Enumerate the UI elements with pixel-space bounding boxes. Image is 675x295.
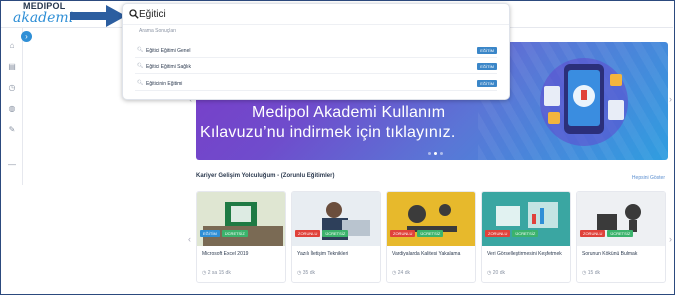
banner-line-1: Medipol Akademi Kullanım	[252, 104, 446, 121]
course-tag: ÜCRETSİZ	[607, 230, 634, 237]
course-thumbnail	[197, 192, 285, 246]
course-title: Microsoft Excel 2019	[202, 251, 249, 257]
carousel-dot-active[interactable]	[434, 152, 437, 155]
course-thumbnail	[482, 192, 570, 246]
course-title: Veri Görselleştirmesini Keşfetmek	[487, 251, 562, 257]
course-duration: 24 dk	[397, 270, 410, 276]
search-icon	[129, 9, 139, 19]
course-duration: 15 dk	[587, 270, 600, 276]
search-result-label: Eğiticinin Eğitimi	[146, 81, 183, 87]
course-duration: 20 dk	[492, 270, 505, 276]
course-card[interactable]: ZORUNLU ÜCRETSİZ Sorunun Kökünü Bulmak ◷…	[576, 191, 666, 283]
search-result-item[interactable]: 🔍︎ Eğiticinin Eğitimi EĞİTİM	[135, 77, 497, 91]
medipol-akademi-logo[interactable]: MEDIPOL akademi	[13, 1, 74, 27]
course-tag: ZORUNLU	[390, 230, 416, 237]
search-result-badge: EĞİTİM	[477, 63, 497, 70]
course-duration: 35 dk	[302, 270, 315, 276]
course-duration: 2 sa 15 dk	[207, 270, 231, 276]
search-result-item[interactable]: 🔍︎ Eğitici Eğitimi Sağlık EĞİTİM	[135, 60, 497, 74]
banner-line-2: Kılavuzu’nu indirmek için tıklayınız.	[200, 124, 456, 141]
course-card[interactable]: ZORUNLU ÜCRETSİZ Vardiyalarda Kalitesi Y…	[386, 191, 476, 283]
carousel-dot[interactable]	[440, 152, 443, 155]
search-divider	[123, 24, 509, 25]
course-card[interactable]: EĞİTİM ÜCRETSİZ Microsoft Excel 2019 ◷ 2…	[196, 191, 286, 283]
book-icon[interactable]: ▤	[7, 62, 17, 72]
see-all-link[interactable]: Hepsini Göster	[632, 175, 665, 181]
more-icon[interactable]: —	[7, 160, 17, 170]
logo-text-akademi: akademi	[13, 10, 74, 26]
course-title: Yazılı İletişim Teknikleri	[297, 251, 349, 257]
course-tag: ÜCRETSİZ	[512, 230, 539, 237]
search-result-icon: 🔍︎	[137, 63, 144, 69]
search-result-badge: EĞİTİM	[477, 80, 497, 87]
course-tag: ZORUNLU	[485, 230, 511, 237]
course-tag: EĞİTİM	[200, 230, 220, 237]
banner-next-chevron-icon[interactable]: ›	[669, 94, 672, 104]
left-sidebar: ⌂ ▤ ◷ ◍ ✎ —	[1, 28, 23, 185]
search-result-badge: EĞİTİM	[477, 47, 497, 54]
search-result-item[interactable]: 🔍︎ Eğitici Eğitimi Genel EĞİTİM	[135, 44, 497, 58]
sidebar-toggle-button[interactable]: ›	[21, 31, 32, 42]
course-thumbnail	[292, 192, 380, 246]
course-card-row: EĞİTİM ÜCRETSİZ Microsoft Excel 2019 ◷ 2…	[196, 191, 668, 283]
cards-next-chevron-icon[interactable]: ›	[669, 234, 672, 244]
cards-prev-chevron-icon[interactable]: ‹	[188, 234, 191, 244]
course-thumbnail	[387, 192, 475, 246]
clock-icon[interactable]: ◷	[7, 83, 17, 93]
carousel-dot[interactable]	[428, 152, 431, 155]
search-result-label: Eğitici Eğitimi Genel	[146, 48, 191, 54]
course-tag: ÜCRETSİZ	[221, 230, 248, 237]
search-result-label: Eğitici Eğitimi Sağlık	[146, 64, 192, 70]
course-title: Vardiyalarda Kalitesi Yakalama	[392, 251, 461, 257]
search-result-icon: 🔍︎	[137, 80, 144, 86]
search-result-icon: 🔍︎	[137, 47, 144, 53]
course-tag: ÜCRETSİZ	[322, 230, 349, 237]
course-tag: ZORUNLU	[580, 230, 606, 237]
pointer-arrow-icon	[70, 5, 126, 27]
course-thumbnail	[577, 192, 665, 246]
search-results-title: Arama Sonuçları	[139, 28, 177, 34]
globe-icon[interactable]: ◍	[7, 104, 17, 114]
course-card[interactable]: ZORUNLU ÜCRETSİZ Veri Görselleştirmesini…	[481, 191, 571, 283]
home-icon[interactable]: ⌂	[7, 41, 17, 51]
course-title: Sorunun Kökünü Bulmak	[582, 251, 638, 257]
edit-icon[interactable]: ✎	[7, 125, 17, 135]
course-tag: ZORUNLU	[295, 230, 321, 237]
search-input[interactable]	[139, 7, 339, 21]
course-tag: ÜCRETSİZ	[417, 230, 444, 237]
course-card[interactable]: ZORUNLU ÜCRETSİZ Yazılı İletişim Teknikl…	[291, 191, 381, 283]
search-dropdown: Arama Sonuçları 🔍︎ Eğitici Eğitimi Genel…	[122, 3, 510, 100]
section-title: Kariyer Gelişim Yolculuğum - (Zorunlu Eğ…	[196, 173, 335, 179]
carousel-dots	[428, 152, 443, 155]
phone-illustration-icon	[540, 58, 628, 146]
